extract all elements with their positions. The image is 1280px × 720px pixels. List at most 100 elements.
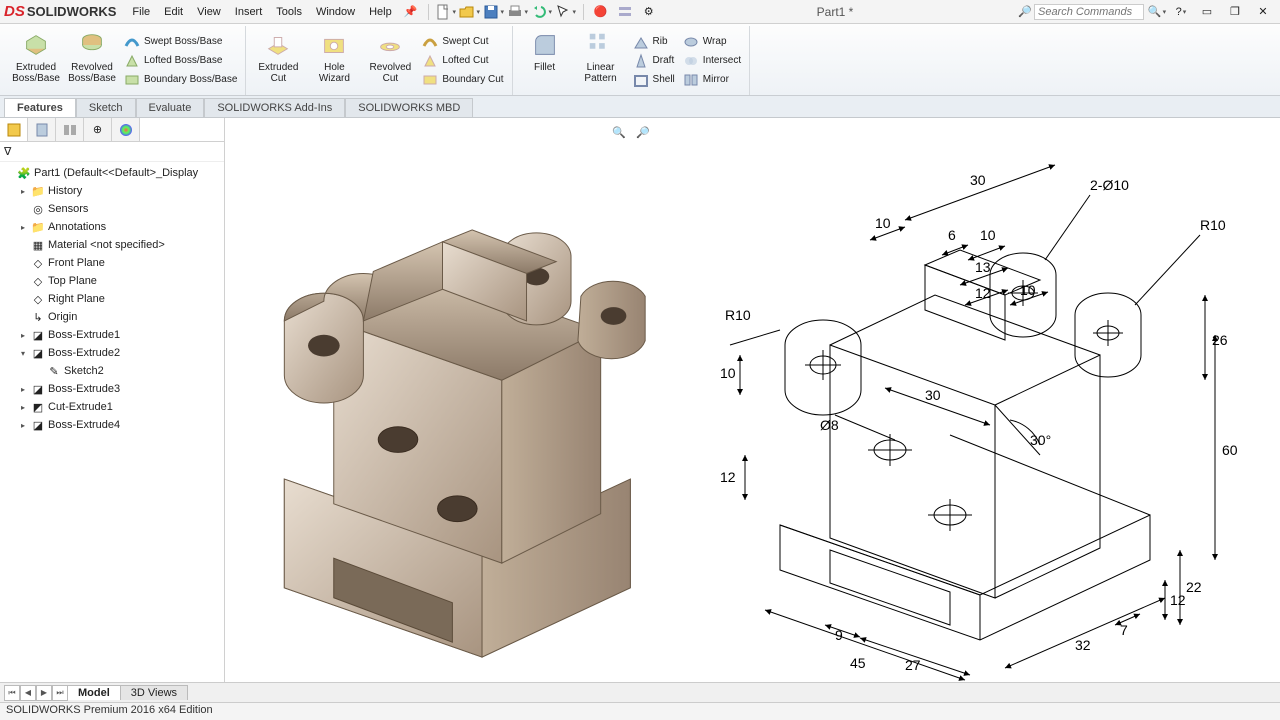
menu-help[interactable]: Help (363, 4, 398, 20)
tree-material[interactable]: ▦Material <not specified> (0, 236, 224, 254)
tree-history[interactable]: ▸📁History (0, 182, 224, 200)
extrude-icon: ◪ (31, 418, 45, 432)
linear-pattern-button[interactable]: Linear Pattern (575, 28, 627, 93)
revolved-boss-button[interactable]: Revolved Boss/Base (66, 28, 118, 93)
tree-sketch2[interactable]: ✎Sketch2 (0, 362, 224, 380)
hole-wizard-button[interactable]: Hole Wizard (308, 28, 360, 93)
tree-front-plane[interactable]: ◇Front Plane (0, 254, 224, 272)
dimxpert-tab[interactable]: ⊕ (84, 118, 112, 141)
revolved-cut-button[interactable]: Revolved Cut (364, 28, 416, 93)
svg-text:12: 12 (1170, 592, 1186, 608)
print-button[interactable]: ▾ (507, 2, 529, 22)
menu-window[interactable]: Window (310, 4, 361, 20)
rib-button[interactable]: Rib (631, 33, 677, 51)
tab-3dviews[interactable]: 3D Views (120, 685, 188, 700)
svg-text:45: 45 (850, 655, 866, 671)
lofted-boss-button[interactable]: Lofted Boss/Base (122, 52, 239, 70)
label: Fillet (534, 62, 555, 73)
drawing-view: 30 10 6 10 13 12 10 R10 2-Ø10 R10 26 60 … (660, 118, 1280, 682)
lofted-cut-button[interactable]: Lofted Cut (420, 52, 505, 70)
menu-insert[interactable]: Insert (229, 4, 269, 20)
plane-icon: ◇ (31, 292, 45, 306)
settings-gear-icon[interactable]: ⚙ (638, 2, 660, 22)
model-view[interactable]: 🔍 🔎 (225, 118, 660, 682)
open-file-button[interactable]: ▾ (459, 2, 481, 22)
tab-sketch[interactable]: Sketch (76, 98, 136, 117)
feature-manager-panel: ⊕ ∇ 🧩Part1 (Default<<Default>_Display ▸📁… (0, 118, 225, 682)
graphics-area[interactable]: 🔍 🔎 (225, 118, 1280, 682)
tab-last-button[interactable]: ⏭ (52, 685, 68, 701)
swept-cut-button[interactable]: Swept Cut (420, 33, 505, 51)
options-button[interactable] (614, 2, 636, 22)
tree-sensors[interactable]: ◎Sensors (0, 200, 224, 218)
svg-text:26: 26 (1212, 332, 1228, 348)
config-manager-tab[interactable] (56, 118, 84, 141)
svg-text:27: 27 (905, 657, 921, 673)
tree-origin[interactable]: ↳Origin (0, 308, 224, 326)
tree-filter[interactable]: ∇ (0, 142, 224, 162)
tab-prev-button[interactable]: ◀ (20, 685, 36, 701)
tree-boss-extrude4[interactable]: ▸◪Boss-Extrude4 (0, 416, 224, 434)
svg-text:30: 30 (970, 172, 986, 188)
tree-root[interactable]: 🧩Part1 (Default<<Default>_Display (0, 164, 224, 182)
tree-boss-extrude2[interactable]: ▾◪Boss-Extrude2 (0, 344, 224, 362)
menu-edit[interactable]: Edit (158, 4, 189, 20)
undo-button[interactable]: ▾ (531, 2, 553, 22)
display-manager-tab[interactable] (112, 118, 140, 141)
rebuild-button[interactable]: 🔴 (590, 2, 612, 22)
workspace: ⊕ ∇ 🧩Part1 (Default<<Default>_Display ▸📁… (0, 118, 1280, 682)
tab-mbd[interactable]: SOLIDWORKS MBD (345, 98, 473, 117)
menu-tools[interactable]: Tools (270, 4, 308, 20)
tree-annotations[interactable]: ▸📁Annotations (0, 218, 224, 236)
tree-top-plane[interactable]: ◇Top Plane (0, 272, 224, 290)
new-file-button[interactable]: ▾ (435, 2, 457, 22)
minimize-button[interactable]: ▭ (1194, 2, 1220, 22)
menu-file[interactable]: File (126, 4, 156, 20)
tree-right-plane[interactable]: ◇Right Plane (0, 290, 224, 308)
tree-boss-extrude1[interactable]: ▸◪Boss-Extrude1 (0, 326, 224, 344)
extruded-boss-button[interactable]: Extruded Boss/Base (10, 28, 62, 93)
tab-model[interactable]: Model (67, 685, 121, 700)
feature-tree-tab[interactable] (0, 118, 28, 141)
property-manager-tab[interactable] (28, 118, 56, 141)
close-button[interactable]: ✕ (1250, 2, 1276, 22)
tab-addins[interactable]: SOLIDWORKS Add-Ins (204, 98, 345, 117)
sensor-icon: ◎ (31, 202, 45, 216)
search-dropdown[interactable]: 🔍▾ (1146, 2, 1168, 22)
search-input[interactable] (1034, 4, 1144, 20)
status-bar: SOLIDWORKS Premium 2016 x64 Edition (0, 702, 1280, 720)
tab-first-button[interactable]: ⏮ (4, 685, 20, 701)
tab-evaluate[interactable]: Evaluate (136, 98, 205, 117)
extruded-cut-button[interactable]: Extruded Cut (252, 28, 304, 93)
tab-next-button[interactable]: ▶ (36, 685, 52, 701)
tree-boss-extrude3[interactable]: ▸◪Boss-Extrude3 (0, 380, 224, 398)
save-button[interactable]: ▾ (483, 2, 505, 22)
fillet-button[interactable]: Fillet (519, 28, 571, 93)
wrap-button[interactable]: Wrap (681, 33, 743, 51)
draft-button[interactable]: Draft (631, 52, 677, 70)
cut-icon: ◩ (31, 400, 45, 414)
label: Revolved Boss/Base (66, 62, 118, 84)
select-button[interactable]: ▾ (555, 2, 577, 22)
boundary-cut-button[interactable]: Boundary Cut (420, 71, 505, 89)
menu-view[interactable]: View (191, 4, 227, 20)
pushpin-icon[interactable]: 📌 (400, 2, 422, 22)
svg-text:32: 32 (1075, 637, 1091, 653)
intersect-button[interactable]: Intersect (681, 52, 743, 70)
zoom-fit-icon[interactable]: 🔍 (608, 122, 630, 142)
feature-tree: 🧩Part1 (Default<<Default>_Display ▸📁Hist… (0, 162, 224, 682)
shell-button[interactable]: Shell (631, 71, 677, 89)
search-icon: 🔎 (1018, 5, 1032, 18)
svg-text:Ø8: Ø8 (820, 417, 839, 433)
mirror-button[interactable]: Mirror (681, 71, 743, 89)
help-button[interactable]: ? ▾ (1170, 2, 1192, 22)
label: Hole Wizard (308, 62, 360, 84)
tab-features[interactable]: Features (4, 98, 76, 117)
zoom-area-icon[interactable]: 🔎 (632, 122, 654, 142)
restore-button[interactable]: ❐ (1222, 2, 1248, 22)
tree-cut-extrude1[interactable]: ▸◩Cut-Extrude1 (0, 398, 224, 416)
swept-boss-button[interactable]: Swept Boss/Base (122, 33, 239, 51)
boundary-boss-button[interactable]: Boundary Boss/Base (122, 71, 239, 89)
svg-text:22: 22 (1186, 579, 1202, 595)
svg-text:30: 30 (925, 387, 941, 403)
